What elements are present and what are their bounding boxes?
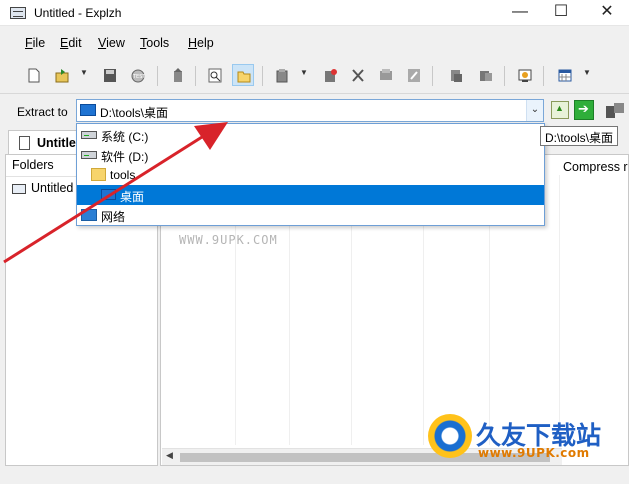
dropdown-item-network[interactable]: 网络 [77, 205, 544, 225]
folder-icon [91, 168, 106, 181]
title-bar: Untitled - Explzh — ☐ ✕ [0, 0, 629, 26]
view-mode-icon[interactable] [553, 64, 575, 86]
properties-icon[interactable] [374, 64, 396, 86]
network-icon [81, 209, 97, 221]
extract-path-value: D:\tools\桌面 [100, 106, 169, 120]
delete-icon[interactable] [346, 64, 368, 86]
chevron-down-icon[interactable]: ⌄ [526, 100, 543, 121]
path-dropdown-list: 系统 (C:) 软件 (D:) tools 桌面 网络 [76, 123, 545, 226]
extract-options-icon[interactable] [605, 101, 625, 119]
copy-icon[interactable] [444, 64, 466, 86]
toolbar: ▼ TEST ▼ ▼ [0, 58, 629, 94]
extract-up-button[interactable] [551, 101, 569, 119]
minimize-button[interactable]: — [497, 0, 543, 26]
toolbar-separator [195, 66, 196, 86]
extract-path-combobox[interactable]: D:\tools\桌面 [76, 99, 544, 122]
desktop-icon [80, 104, 96, 116]
toolbar-separator [504, 66, 505, 86]
menu-tools[interactable]: Tools [140, 36, 169, 50]
add-dropdown-arrow[interactable]: ▼ [300, 68, 308, 77]
site-logo-icon [428, 414, 472, 458]
dropdown-item-label: 软件 (D:) [101, 150, 149, 164]
test-icon[interactable]: TEST [126, 64, 148, 86]
path-tooltip: D:\tools\桌面 [540, 126, 619, 146]
column-divider [559, 175, 560, 445]
view-icon[interactable] [203, 64, 225, 86]
drive-icon [81, 151, 97, 159]
column-header-compress[interactable]: Compress r [563, 160, 628, 174]
save-icon[interactable] [98, 64, 120, 86]
dropdown-item-drive-c[interactable]: 系统 (C:) [77, 125, 544, 145]
drive-icon [81, 131, 97, 139]
extract-go-button[interactable] [574, 100, 594, 120]
dropdown-item-tools[interactable]: tools [77, 165, 544, 185]
menu-view[interactable]: View [98, 36, 125, 50]
menu-help[interactable]: Help [188, 36, 214, 50]
tree-item-label: Untitled [31, 181, 74, 195]
move-icon[interactable] [474, 64, 496, 86]
scroll-left-icon[interactable]: ◀ [166, 450, 173, 461]
wizard-icon[interactable] [513, 64, 535, 86]
add-icon[interactable] [318, 64, 340, 86]
desktop-icon [101, 189, 116, 200]
document-icon [19, 136, 30, 150]
open-archive-icon[interactable] [50, 64, 72, 86]
dropdown-item-desktop[interactable]: 桌面 [77, 185, 544, 205]
watermark-text: WWW.9UPK.COM [179, 233, 278, 247]
maximize-button[interactable]: ☐ [538, 0, 584, 26]
extract-icon[interactable] [166, 64, 188, 86]
tree-item-untitled[interactable]: Untitled [12, 181, 73, 195]
toolbar-separator [543, 66, 544, 86]
toolbar-separator [432, 66, 433, 86]
menu-file[interactable]: File [25, 36, 45, 50]
open-dropdown-arrow[interactable]: ▼ [80, 68, 88, 77]
site-url: www.9UPK.com [478, 446, 590, 460]
dropdown-item-drive-d[interactable]: 软件 (D:) [77, 145, 544, 165]
extract-to-label: Extract to [17, 105, 68, 119]
dropdown-item-label: 桌面 [120, 190, 145, 204]
edit-icon[interactable] [402, 64, 424, 86]
dropdown-item-label: 网络 [101, 210, 126, 224]
svg-text:TEST: TEST [132, 74, 145, 80]
toolbar-separator [262, 66, 263, 86]
close-button[interactable]: ✕ [584, 0, 629, 26]
new-archive-icon[interactable] [22, 64, 44, 86]
app-icon [10, 7, 26, 19]
view-mode-dropdown-arrow[interactable]: ▼ [583, 68, 591, 77]
menu-bar: File Edit View Tools Help [0, 30, 629, 54]
tab-label: Untitle [37, 136, 76, 150]
open-folder-icon[interactable] [232, 64, 254, 86]
dropdown-item-label: tools [110, 168, 136, 182]
toolbar-separator [157, 66, 158, 86]
dropdown-item-label: 系统 (C:) [101, 130, 149, 144]
add-files-icon[interactable] [270, 64, 292, 86]
menu-edit[interactable]: Edit [60, 36, 82, 50]
archive-icon [12, 183, 26, 194]
window-title: Untitled - Explzh [34, 6, 122, 20]
